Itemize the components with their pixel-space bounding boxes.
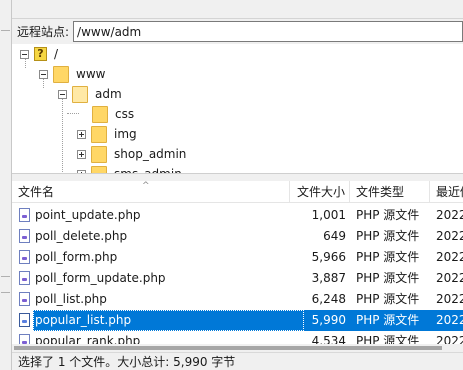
folder-icon: [91, 145, 107, 163]
left-pane-edge: [0, 0, 12, 370]
file-name: point_update.php: [35, 208, 141, 222]
column-header-size-label: 文件大小: [296, 185, 345, 199]
file-row[interactable]: popular_list.php 5,990 PHP 源文件 2022: [12, 310, 463, 331]
remote-directory-tree[interactable]: ? / www adm css img shop_admin sms_admin: [12, 44, 463, 174]
remote-path-value: /www/adm: [77, 24, 142, 39]
open-folder-icon: [72, 85, 88, 103]
column-header-type[interactable]: 文件类型: [350, 181, 430, 203]
file-name: poll_delete.php: [35, 229, 128, 243]
tree-node-img[interactable]: img: [77, 124, 139, 144]
tree-node-sms-admin[interactable]: sms_admin: [77, 164, 184, 174]
file-name: popular_rank.php: [35, 334, 141, 344]
file-name: poll_form_update.php: [35, 271, 166, 285]
php-file-icon: [19, 229, 30, 243]
tree-node-label: sms_admin: [114, 167, 182, 174]
collapse-icon[interactable]: [58, 89, 67, 99]
remote-site-label: 远程站点:: [17, 25, 70, 39]
tree-node-label: css: [115, 107, 135, 121]
file-type: PHP 源文件: [356, 208, 420, 222]
file-row[interactable]: poll_form.php 5,966 PHP 源文件 2022: [12, 247, 463, 268]
file-modified: 2022: [436, 229, 463, 243]
file-modified: 2022: [436, 334, 463, 344]
sort-ascending-icon: ^: [142, 181, 150, 191]
folder-icon: [91, 165, 107, 173]
tree-node-shop-admin[interactable]: shop_admin: [77, 144, 188, 164]
expand-icon[interactable]: [77, 129, 86, 139]
file-size: 649: [323, 229, 346, 243]
remote-site-bar: 远程站点: /www/adm: [12, 19, 463, 44]
file-size: 1,001: [311, 208, 346, 222]
file-modified: 2022: [436, 250, 463, 264]
top-toolbar-strip: [12, 0, 463, 19]
scrollbar-thumb[interactable]: [14, 346, 442, 350]
tree-node-css[interactable]: css: [92, 104, 136, 124]
tree-node-label: www: [76, 67, 106, 81]
tree-node-label: img: [114, 127, 137, 141]
file-row[interactable]: popular_rank.php 4,534 PHP 源文件 2022: [12, 331, 463, 344]
file-size: 6,248: [311, 292, 346, 306]
file-modified: 2022: [436, 292, 463, 306]
file-type: PHP 源文件: [356, 229, 420, 243]
column-header-size[interactable]: 文件大小: [290, 181, 350, 203]
file-type: PHP 源文件: [356, 271, 420, 285]
file-row[interactable]: poll_delete.php 649 PHP 源文件 2022: [12, 226, 463, 247]
expand-icon[interactable]: [77, 149, 86, 159]
tree-node-adm[interactable]: adm: [58, 84, 124, 104]
file-name: poll_list.php: [35, 292, 107, 306]
file-size: 5,966: [311, 250, 346, 264]
file-size: 3,887: [311, 271, 346, 285]
php-file-icon: [19, 334, 30, 344]
collapse-icon[interactable]: [39, 69, 48, 79]
php-file-icon: [19, 313, 30, 327]
status-text: 选择了 1 个文件。大小总计: 5,990 字节: [18, 355, 236, 369]
tree-node-label: adm: [93, 86, 124, 102]
tree-node-label: /: [54, 47, 59, 61]
column-header-name-label: 文件名: [18, 185, 55, 199]
remote-path-input[interactable]: /www/adm: [73, 21, 463, 42]
folder-icon: [92, 105, 108, 123]
remote-file-list[interactable]: 文件名 ^ 文件大小 文件类型 最近修 point_update.php 1,00…: [12, 181, 463, 344]
column-header-modified[interactable]: 最近修: [430, 181, 463, 203]
file-modified: 2022: [436, 271, 463, 285]
tree-node-www[interactable]: www: [39, 64, 107, 84]
folder-icon: [53, 65, 69, 83]
tree-node-root[interactable]: ? /: [20, 44, 60, 64]
file-type: PHP 源文件: [356, 313, 420, 327]
file-modified: 2022: [436, 313, 463, 327]
focus-rectangle: [33, 310, 304, 331]
unknown-folder-icon: ?: [34, 47, 47, 61]
file-modified: 2022: [436, 208, 463, 222]
php-file-icon: [19, 292, 30, 306]
collapse-icon[interactable]: [20, 49, 29, 59]
file-type: PHP 源文件: [356, 250, 420, 264]
file-row[interactable]: poll_list.php 6,248 PHP 源文件 2022: [12, 289, 463, 310]
php-file-icon: [19, 208, 30, 222]
column-header-name[interactable]: 文件名: [12, 181, 290, 203]
tree-node-label: shop_admin: [114, 147, 187, 161]
file-row[interactable]: point_update.php 1,001 PHP 源文件 2022: [12, 205, 463, 226]
php-file-icon: [19, 271, 30, 285]
column-header-modified-label: 最近修: [436, 185, 463, 199]
pane-splitter[interactable]: [12, 174, 463, 181]
file-size: 4,534: [311, 334, 346, 344]
horizontal-scrollbar[interactable]: [12, 344, 463, 352]
file-list-header: 文件名 ^ 文件大小 文件类型 最近修: [12, 181, 463, 203]
status-bar: 选择了 1 个文件。大小总计: 5,990 字节: [12, 352, 463, 370]
file-row[interactable]: poll_form_update.php 3,887 PHP 源文件 2022: [12, 268, 463, 289]
file-type: PHP 源文件: [356, 292, 420, 306]
file-name: poll_form.php: [35, 250, 118, 264]
column-header-type-label: 文件类型: [356, 185, 405, 199]
php-file-icon: [19, 250, 30, 264]
folder-icon: [91, 125, 107, 143]
file-type: PHP 源文件: [356, 334, 420, 344]
